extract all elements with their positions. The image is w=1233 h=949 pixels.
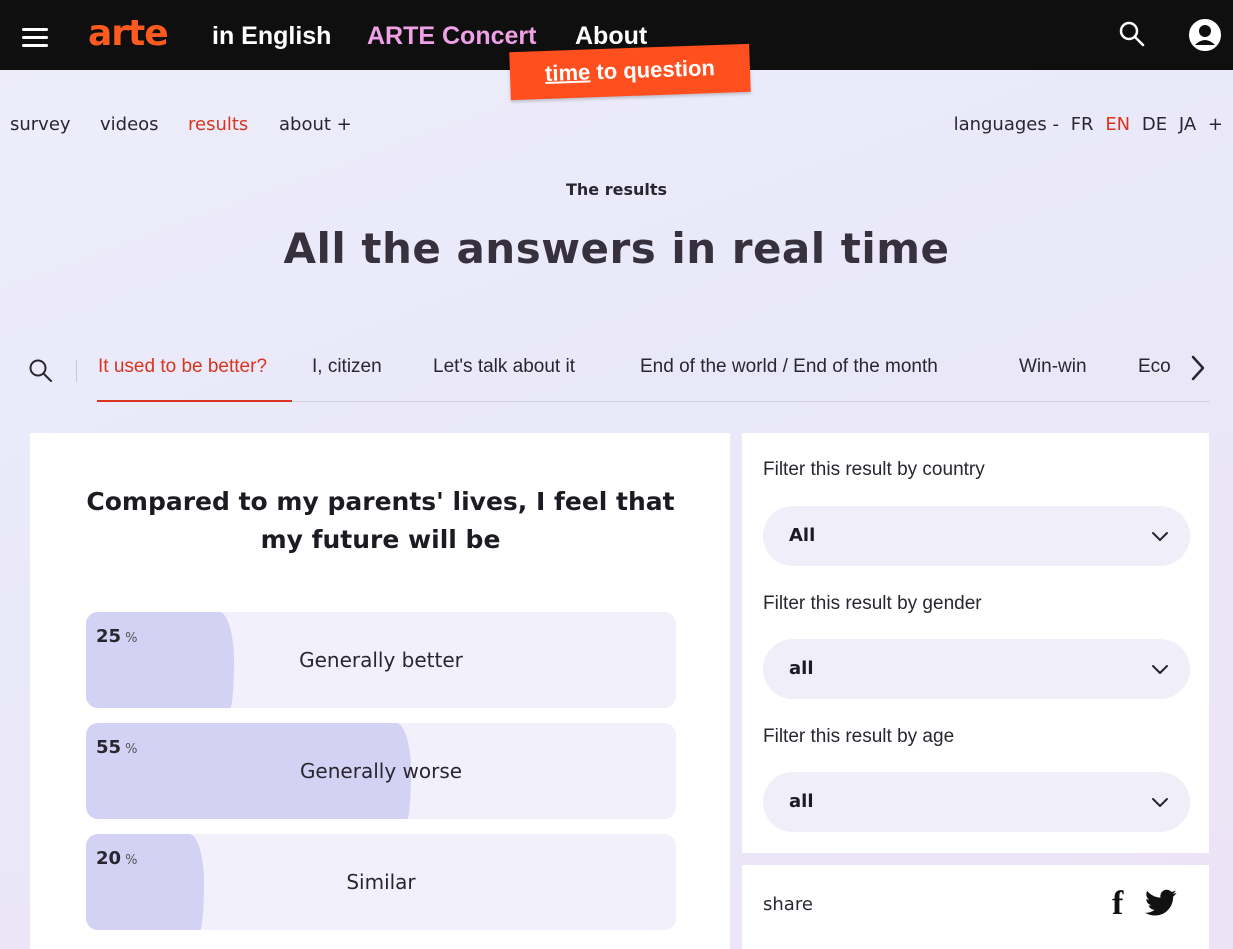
language-switcher: languages - FR EN DE JA + xyxy=(948,114,1223,135)
menu-icon[interactable] xyxy=(22,28,48,47)
gender-filter-value: all xyxy=(789,658,814,679)
question-title: Compared to my parents' lives, I feel th… xyxy=(86,487,675,554)
age-filter-select[interactable]: all xyxy=(763,772,1190,832)
gender-filter-label: Filter this result by gender xyxy=(763,593,982,614)
country-filter-select[interactable]: All xyxy=(763,506,1190,566)
facebook-icon[interactable]: f xyxy=(1112,885,1123,923)
share-card: share f xyxy=(742,865,1209,949)
nav-results[interactable]: results xyxy=(188,114,248,135)
answer-label: Generally worse xyxy=(299,759,463,783)
question-card: Compared to my parents' lives, I feel th… xyxy=(30,433,730,949)
lang-ja[interactable]: JA xyxy=(1179,114,1196,135)
tab-win-win[interactable]: Win-win xyxy=(1019,356,1087,378)
country-filter-label: Filter this result by country xyxy=(763,459,985,480)
lang-more[interactable]: + xyxy=(1208,114,1223,135)
tab-it-used-to-be-better[interactable]: It used to be better? xyxy=(98,356,267,378)
arte-logo[interactable]: arte xyxy=(88,12,169,56)
chevron-right-icon[interactable] xyxy=(1188,354,1208,382)
tab-end-of-the-world[interactable]: End of the world / End of the month xyxy=(640,356,938,378)
tab-separator xyxy=(76,360,77,382)
category-tabs: It used to be better? I, citizen Let's t… xyxy=(20,350,1220,404)
answer-percent: 25% xyxy=(96,626,138,647)
tab-eco[interactable]: Eco xyxy=(1138,356,1171,378)
tab-i-citizen[interactable]: I, citizen xyxy=(312,356,382,378)
twitter-icon[interactable] xyxy=(1145,889,1177,917)
user-icon[interactable] xyxy=(1188,18,1222,52)
chevron-down-icon xyxy=(1152,532,1168,541)
answer-label: Generally better xyxy=(299,648,463,672)
page-title: All the answers in real time xyxy=(283,224,950,273)
nav-videos[interactable]: videos xyxy=(100,114,159,135)
arte-concert-link[interactable]: ARTE Concert xyxy=(367,20,536,52)
chevron-down-icon xyxy=(1152,665,1168,674)
active-tab-underline xyxy=(97,400,292,402)
answer-percent: 20% xyxy=(96,848,138,869)
tab-lets-talk-about-it[interactable]: Let's talk about it xyxy=(433,356,575,378)
lang-en[interactable]: EN xyxy=(1105,114,1130,135)
answer-option[interactable]: 25% Generally better xyxy=(86,612,676,708)
page-eyebrow: The results xyxy=(565,180,668,199)
nav-about[interactable]: about + xyxy=(279,114,352,135)
search-icon[interactable] xyxy=(1118,20,1146,48)
share-label: share xyxy=(763,894,813,915)
lang-fr[interactable]: FR xyxy=(1071,114,1094,135)
age-filter-label: Filter this result by age xyxy=(763,726,955,747)
answer-percent: 55% xyxy=(96,737,138,758)
chevron-down-icon xyxy=(1152,798,1168,807)
lang-de[interactable]: DE xyxy=(1142,114,1167,135)
answer-option[interactable]: 20% Similar xyxy=(86,834,676,930)
age-filter-value: all xyxy=(789,791,814,812)
answer-label: Similar xyxy=(346,870,416,894)
filter-card: Filter this result by country All Filter… xyxy=(742,433,1209,853)
answer-option[interactable]: 55% Generally worse xyxy=(86,723,676,819)
nav-survey[interactable]: survey xyxy=(10,114,71,135)
gender-filter-select[interactable]: all xyxy=(763,639,1190,699)
country-filter-value: All xyxy=(789,525,816,546)
languages-label: languages - xyxy=(953,114,1059,135)
tab-search-icon[interactable] xyxy=(28,358,54,384)
edition-link[interactable]: in English xyxy=(212,20,331,52)
time-to-question-banner[interactable]: time to question xyxy=(509,43,751,101)
